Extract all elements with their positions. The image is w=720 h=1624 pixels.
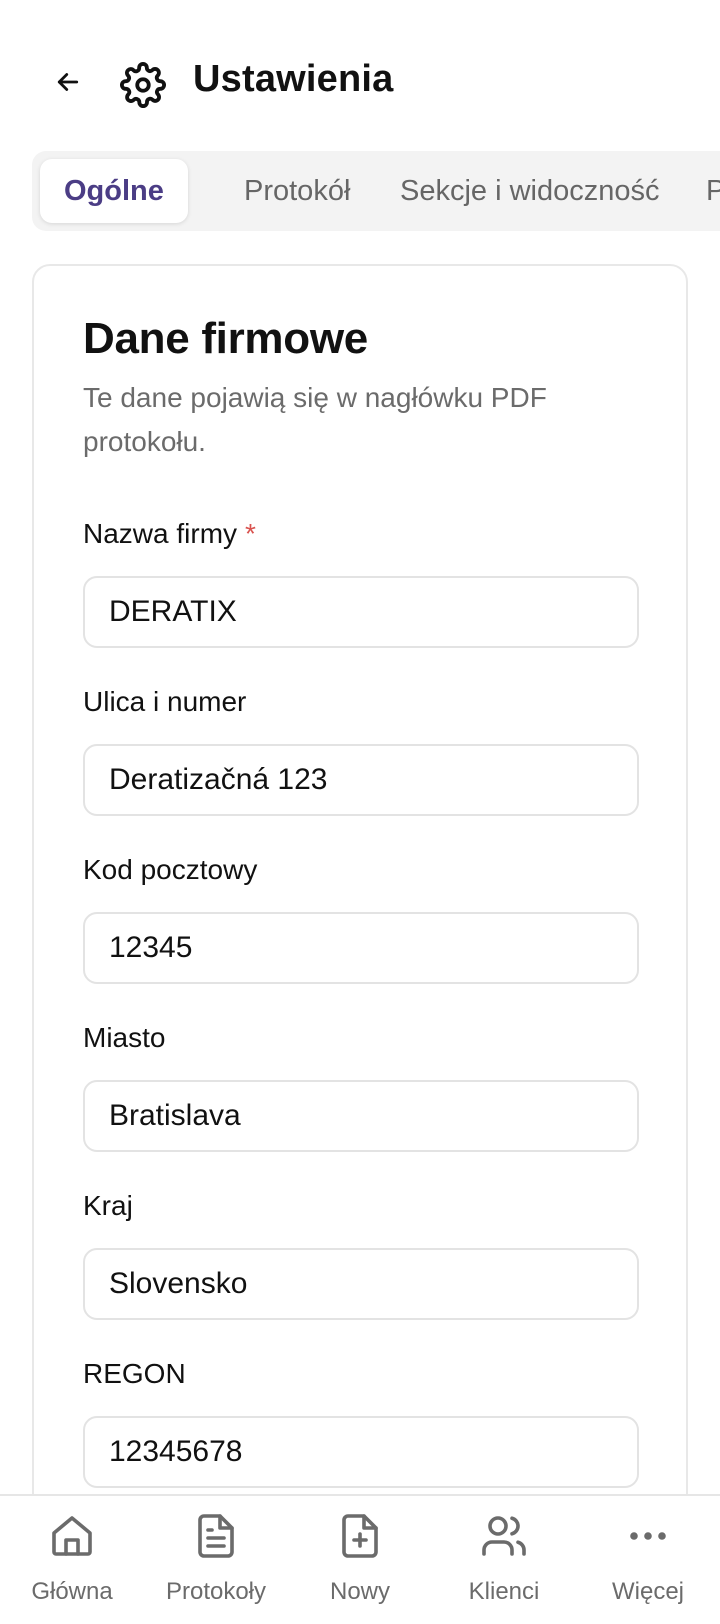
city-input[interactable] [83,1080,639,1152]
street-label: Ulica i numer [83,686,247,717]
card-title: Dane firmowe [83,314,368,363]
file-plus-icon [342,1514,378,1558]
app-header: Ustawienia [0,0,720,150]
postal-code-input[interactable] [83,912,639,984]
country-label: Kraj [83,1190,133,1221]
nav-clients-label: Klienci [468,1578,540,1605]
settings-tab-bar: Ogólne Protokół Sekcje i widoczność Po [32,151,720,231]
nav-home-label: Główna [31,1578,113,1605]
company-data-card: Dane firmowe Te dane pojawią się w nagłó… [32,264,688,1624]
nav-new[interactable]: Nowy [288,1496,432,1624]
card-description: Te dane pojawią się w nagłówku PDF proto… [83,382,547,457]
users-icon [482,1516,526,1556]
nav-more-label: Więcej [611,1578,684,1605]
tab-general[interactable]: Ogólne [40,159,188,223]
document-icon [198,1514,234,1558]
gear-icon [120,62,166,108]
required-marker: * [245,518,256,549]
country-input[interactable] [83,1248,639,1320]
more-dots-icon [630,1532,666,1540]
nav-clients[interactable]: Klienci [432,1496,576,1624]
nav-protocols[interactable]: Protokoły [144,1496,288,1624]
nav-new-label: Nowy [329,1578,390,1605]
nav-more[interactable]: Więcej [576,1496,720,1624]
back-button[interactable] [48,62,88,102]
bottom-navigation: Główna Protokoły Nowy Klienci Więcej [0,1494,720,1624]
tab-sections-visibility[interactable]: Sekcje i widoczność [376,159,684,223]
tab-protocol[interactable]: Protokół [220,159,374,223]
company-name-label: Nazwa firmy * [83,518,256,549]
city-label: Miasto [83,1022,166,1053]
nav-home[interactable]: Główna [0,1496,144,1624]
company-name-input[interactable] [83,576,639,648]
nav-protocols-label: Protokoły [165,1578,267,1605]
street-input[interactable] [83,744,639,816]
home-icon [52,1516,92,1556]
tab-truncated[interactable]: Po [682,159,720,223]
regon-label: REGON [83,1358,186,1389]
page-title: Ustawienia [193,58,394,100]
postal-code-label: Kod pocztowy [83,854,258,885]
arrow-left-icon [57,73,79,91]
regon-input[interactable] [83,1416,639,1488]
